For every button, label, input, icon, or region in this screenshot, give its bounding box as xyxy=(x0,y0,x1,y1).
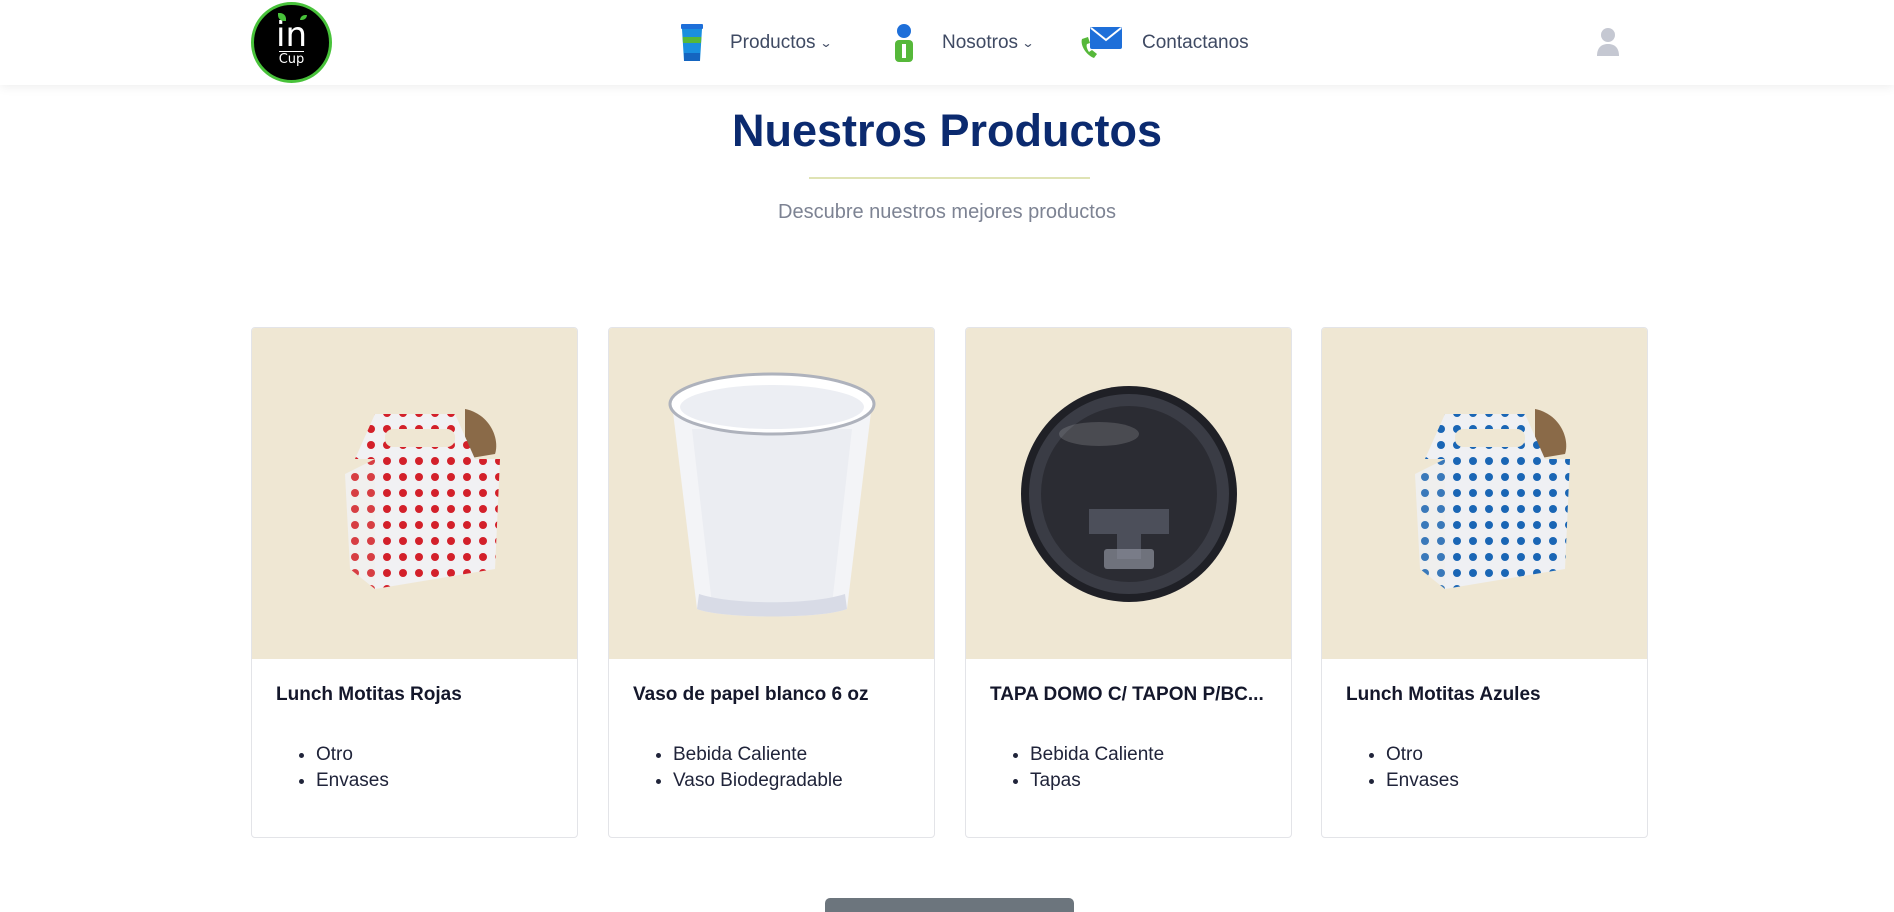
page-subtitle: Descubre nuestros mejores productos xyxy=(778,201,1116,223)
product-tag: Bebida Caliente xyxy=(673,742,843,768)
user-icon[interactable] xyxy=(1596,27,1620,57)
product-title[interactable]: TAPA DOMO C/ TAPON P/BC... xyxy=(990,684,1270,706)
product-title[interactable]: Vaso de papel blanco 6 oz xyxy=(633,684,913,706)
product-tags: Otro Envases xyxy=(316,742,389,794)
nav-about-dropdown[interactable]: Nosotros ⌄ xyxy=(884,0,1035,85)
product-tags: Otro Envases xyxy=(1386,742,1459,794)
product-card[interactable]: TAPA DOMO C/ TAPON P/BC... Bebida Calien… xyxy=(965,327,1292,838)
product-card[interactable]: Lunch Motitas Rojas Otro Envases xyxy=(251,327,578,838)
product-image-blue-dot-lunch-box xyxy=(1322,328,1647,659)
product-tag: Envases xyxy=(316,768,389,794)
product-tag: Bebida Caliente xyxy=(1030,742,1164,768)
navbar: in Cup Productos ⌄ Nosotros ⌄ Contactano… xyxy=(0,0,1894,85)
product-tags: Bebida Caliente Vaso Biodegradable xyxy=(673,742,843,794)
nav-about-label: Nosotros xyxy=(942,31,1019,53)
product-title[interactable]: Lunch Motitas Rojas xyxy=(276,684,556,706)
product-card[interactable]: Lunch Motitas Azules Otro Envases xyxy=(1321,327,1648,838)
product-image-black-dome-lid xyxy=(966,328,1291,659)
nav-products-dropdown[interactable]: Productos ⌄ xyxy=(672,0,833,85)
product-tag: Vaso Biodegradable xyxy=(673,768,843,794)
product-tag: Envases xyxy=(1386,768,1459,794)
product-tag: Otro xyxy=(316,742,389,768)
product-tag: Otro xyxy=(1386,742,1459,768)
product-card[interactable]: Vaso de papel blanco 6 oz Bebida Calient… xyxy=(608,327,935,838)
product-tags: Bebida Caliente Tapas xyxy=(1030,742,1164,794)
product-image-white-paper-cup xyxy=(609,328,934,659)
chevron-down-icon: ⌄ xyxy=(819,35,833,50)
nav-products-label: Productos xyxy=(730,31,816,53)
contact-mail-icon xyxy=(1078,21,1124,65)
brand-logo[interactable]: in Cup xyxy=(251,2,332,83)
person-icon xyxy=(884,21,924,65)
product-image-red-dot-lunch-box xyxy=(252,328,577,659)
logo-main-text: in xyxy=(276,14,307,55)
title-divider xyxy=(809,177,1090,179)
nav-contact-link[interactable]: Contactanos xyxy=(1078,0,1249,85)
logo-text: in xyxy=(276,12,307,52)
cup-icon xyxy=(672,21,712,65)
nav-contact-label: Contactanos xyxy=(1142,31,1249,53)
page-title: Nuestros Productos xyxy=(731,105,1163,156)
product-title[interactable]: Lunch Motitas Azules xyxy=(1346,684,1626,706)
chevron-down-icon: ⌄ xyxy=(1021,35,1035,50)
view-more-button[interactable] xyxy=(825,898,1074,912)
product-tag: Tapas xyxy=(1030,768,1164,794)
